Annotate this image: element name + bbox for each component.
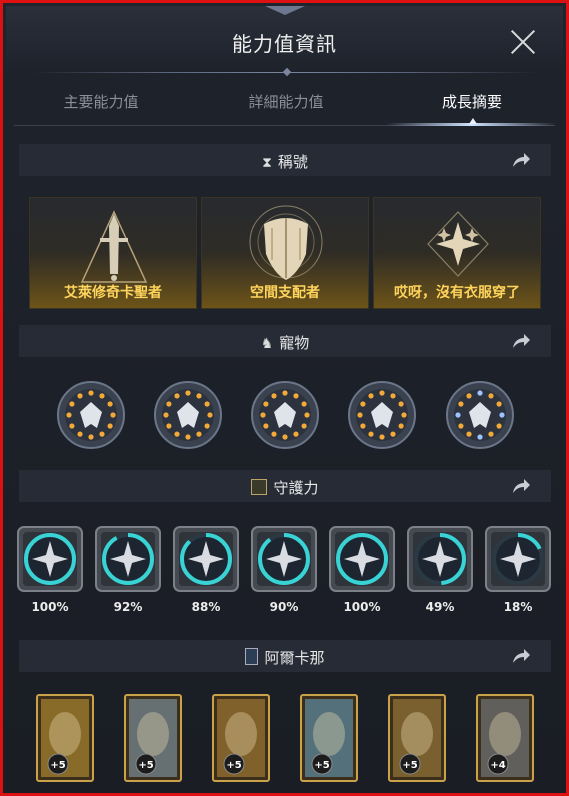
svg-text:+5: +5 (314, 760, 329, 771)
guardian-slot[interactable] (329, 526, 395, 592)
section-header-pets: ♞ 寵物 (19, 325, 551, 357)
pet-slot[interactable] (56, 380, 126, 450)
close-icon[interactable] (509, 28, 537, 56)
horse-icon: ♞ (260, 336, 274, 352)
section-label-guardian: 守護力 (273, 479, 319, 497)
arcana-card-icon (245, 648, 259, 665)
title-ornament (264, 6, 305, 16)
pet-slot[interactable] (153, 380, 223, 450)
section-header-titles: ⧗ 稱號 (19, 144, 551, 176)
svg-text:+5: +5 (50, 760, 65, 771)
svg-text:+4: +4 (490, 760, 505, 771)
guardian-percent: 90% (269, 600, 299, 614)
svg-text:+5: +5 (402, 760, 417, 771)
guardian-percent: 92% (113, 600, 143, 614)
crystal-orb-card-icon[interactable]: +5 (300, 694, 358, 782)
stats-window: 能力值資訊 主要能力值 詳細能力值 成長摘要 ⧗ 稱號 艾萊修奇卡聖者 空間支配… (0, 0, 569, 796)
section-label-pets: 寵物 (279, 334, 310, 352)
window-title: 能力值資訊 (232, 32, 337, 56)
section-label-titles: 稱號 (277, 153, 308, 171)
guardian-slot[interactable] (251, 526, 317, 592)
sparkle-emblem-icon (427, 211, 489, 277)
svg-text:+5: +5 (226, 760, 241, 771)
ring-portal-card-icon[interactable]: +5 (388, 694, 446, 782)
hourglass-icon: ⧗ (262, 155, 272, 171)
tab-growth-summary[interactable]: 成長摘要 (382, 91, 562, 112)
guardian-slot[interactable] (485, 526, 551, 592)
tab-detailed-stats[interactable]: 詳細能力值 (196, 91, 376, 112)
share-icon[interactable] (511, 477, 531, 495)
share-icon[interactable] (511, 332, 531, 350)
tab-bar: 主要能力值 詳細能力值 成長摘要 (6, 79, 563, 127)
share-icon[interactable] (511, 151, 531, 169)
guardian-percent: 100% (343, 600, 381, 614)
guardian-percent: 88% (191, 600, 221, 614)
share-icon[interactable] (511, 647, 531, 665)
title-card-label: 艾萊修奇卡聖者 (64, 285, 162, 301)
section-header-guardian: 守護力 (19, 470, 551, 502)
guardian-rune-icon (251, 479, 268, 495)
svg-text:+5: +5 (138, 760, 153, 771)
guardian-slot[interactable] (173, 526, 239, 592)
pet-slot[interactable] (445, 380, 515, 450)
title-bar: 能力值資訊 (6, 6, 563, 72)
guardian-percent: 49% (425, 600, 455, 614)
golden-chalice-card-icon[interactable]: +5 (36, 694, 94, 782)
pillars-card-icon[interactable]: +5 (124, 694, 182, 782)
pet-slot[interactable] (250, 380, 320, 450)
guardian-slot[interactable] (407, 526, 473, 592)
stone-throne-card-icon[interactable]: +4 (476, 694, 534, 782)
title-card-1[interactable]: 艾萊修奇卡聖者 (29, 197, 197, 309)
pet-slot[interactable] (347, 380, 417, 450)
guardian-slot[interactable] (17, 526, 83, 592)
title-card-label: 空間支配者 (250, 285, 320, 301)
guardian-slot[interactable] (95, 526, 161, 592)
guardian-percent: 100% (31, 600, 69, 614)
treasure-pile-card-icon[interactable]: +5 (212, 694, 270, 782)
title-card-3[interactable]: 哎呀，沒有衣服穿了 (373, 197, 541, 309)
tab-main-stats[interactable]: 主要能力值 (11, 91, 191, 112)
section-header-arcana: 阿爾卡那 (19, 640, 551, 672)
title-card-2[interactable]: 空間支配者 (201, 197, 369, 309)
active-tab-marker (469, 118, 477, 124)
guardian-percent: 18% (503, 600, 533, 614)
section-label-arcana: 阿爾卡那 (264, 649, 325, 667)
shield-emblem-icon (249, 205, 323, 280)
sword-triangle-emblem-icon (80, 210, 148, 283)
title-card-label: 哎呀，沒有衣服穿了 (394, 285, 520, 301)
